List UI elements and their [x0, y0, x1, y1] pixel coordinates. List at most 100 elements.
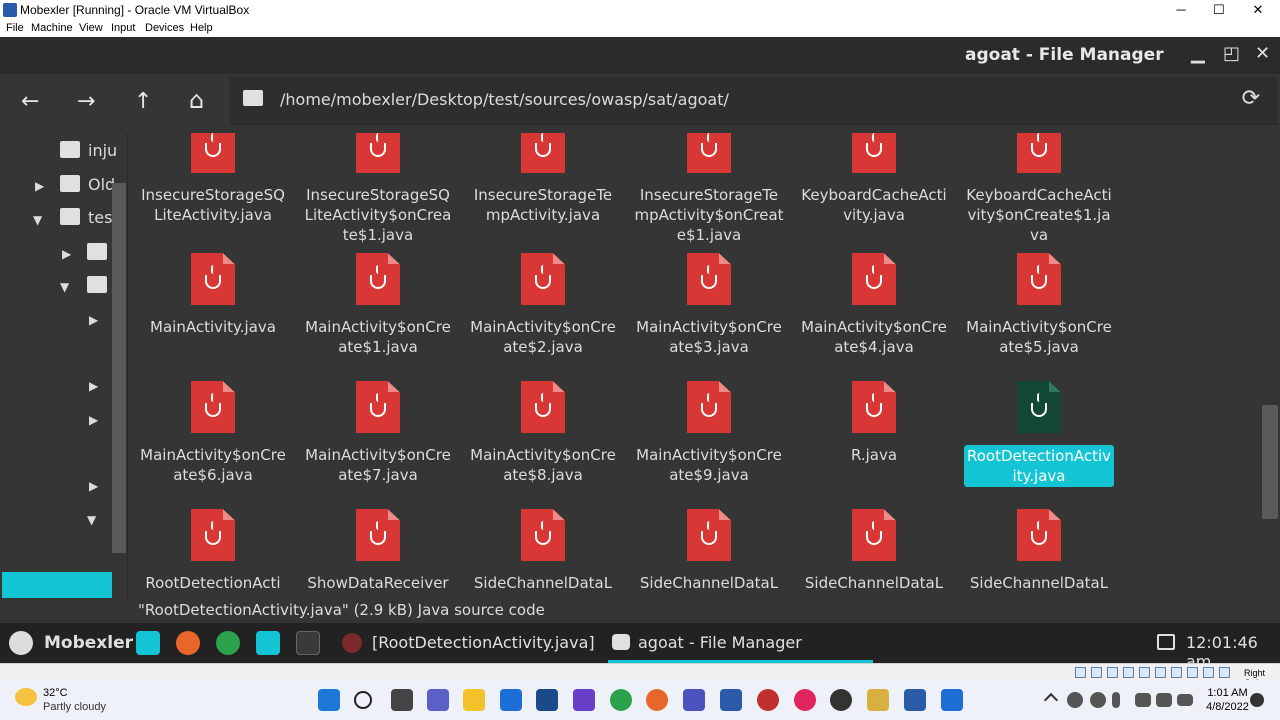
- java-file-icon[interactable]: [521, 509, 565, 561]
- file-item[interactable]: SideChannelDataL: [799, 509, 949, 598]
- java-file-icon[interactable]: [521, 253, 565, 305]
- java-file-icon[interactable]: [191, 509, 235, 561]
- file-item[interactable]: MainActivity$onCreate$6.java: [138, 381, 288, 491]
- java-file-icon[interactable]: [356, 253, 400, 305]
- reload-button[interactable]: ⟳: [1242, 86, 1260, 111]
- terminal-icon[interactable]: [296, 631, 320, 655]
- fm-close-button[interactable]: ✕: [1255, 43, 1270, 64]
- cpu-icon[interactable]: [1203, 667, 1214, 678]
- minimize-button[interactable]: ─: [1161, 1, 1201, 19]
- file-item[interactable]: MainActivity$onCreate$7.java: [303, 381, 453, 491]
- virtualbox-app-icon[interactable]: [536, 689, 558, 711]
- weather-icon[interactable]: [15, 688, 37, 706]
- chat-icon[interactable]: [427, 689, 449, 711]
- menu-view[interactable]: View: [79, 22, 103, 34]
- file-item[interactable]: MainActivity$onCreate$1.java: [303, 253, 453, 363]
- folder-icon[interactable]: [87, 243, 107, 260]
- file-item[interactable]: InsecureStorageSQLiteActivity.java: [138, 133, 288, 231]
- mouse-integration-icon[interactable]: [1219, 667, 1230, 678]
- firefox-icon[interactable]: [646, 689, 668, 711]
- expand-arrow-icon[interactable]: ▶: [89, 413, 98, 427]
- menu-devices[interactable]: Devices: [145, 22, 184, 34]
- menu-help[interactable]: Help: [190, 22, 213, 34]
- chrome-icon[interactable]: [216, 631, 240, 655]
- workspace-label[interactable]: Mobexler: [44, 633, 133, 653]
- java-file-icon[interactable]: [1017, 253, 1061, 305]
- chrome-icon[interactable]: [610, 689, 632, 711]
- app-icon[interactable]: [720, 689, 742, 711]
- system-time[interactable]: 1:01 AM: [1200, 687, 1255, 699]
- tree-item-tes[interactable]: tes: [60, 208, 112, 227]
- usb-icon[interactable]: [1139, 667, 1150, 678]
- sidebar-scrollbar[interactable]: [112, 183, 126, 553]
- fm-minimize-button[interactable]: ▁: [1191, 43, 1205, 64]
- collapse-arrow-icon[interactable]: ▼: [87, 513, 96, 527]
- microphone-icon[interactable]: [1112, 692, 1120, 708]
- audio-icon[interactable]: [1107, 667, 1118, 678]
- close-button[interactable]: ✕: [1238, 1, 1278, 19]
- java-file-icon[interactable]: [191, 253, 235, 305]
- app-icon[interactable]: [941, 689, 963, 711]
- java-file-icon[interactable]: [1017, 133, 1061, 173]
- java-file-icon[interactable]: [687, 509, 731, 561]
- expand-arrow-icon[interactable]: ▶: [89, 313, 98, 327]
- java-file-icon[interactable]: [852, 381, 896, 433]
- optical-icon[interactable]: [1091, 667, 1102, 678]
- java-file-icon[interactable]: [852, 133, 896, 173]
- file-item[interactable]: InsecureStorageSQLiteActivity$onCreate$1…: [303, 133, 453, 244]
- java-file-icon[interactable]: [191, 381, 235, 433]
- display-icon[interactable]: [1157, 634, 1175, 650]
- path-text[interactable]: /home/mobexler/Desktop/test/sources/owas…: [280, 90, 729, 109]
- app-icon[interactable]: [573, 689, 595, 711]
- file-item[interactable]: MainActivity$onCreate$5.java: [964, 253, 1114, 363]
- tree-item-inju[interactable]: inju: [60, 141, 117, 160]
- file-explorer-icon[interactable]: [463, 689, 485, 711]
- app-icon[interactable]: [830, 689, 852, 711]
- file-item[interactable]: ShowDataReceiver: [303, 509, 453, 598]
- expand-arrow-icon[interactable]: ▶: [89, 379, 98, 393]
- file-item[interactable]: InsecureStorageTempActivity$onCreate$1.j…: [634, 133, 784, 244]
- file-item[interactable]: SideChannelDataL: [964, 509, 1114, 598]
- start-icon[interactable]: [318, 689, 340, 711]
- hdd-icon[interactable]: [1075, 667, 1086, 678]
- file-item[interactable]: MainActivity.java: [138, 253, 288, 363]
- system-date[interactable]: 4/8/2022: [1200, 701, 1255, 713]
- grid-scrollbar[interactable]: [1262, 405, 1278, 519]
- task-editor[interactable]: [RootDetectionActivity.java]: [372, 633, 595, 652]
- search-icon[interactable]: [354, 691, 372, 709]
- weather-desc[interactable]: Partly cloudy: [43, 701, 106, 713]
- file-item[interactable]: SideChannelDataL: [634, 509, 784, 598]
- java-file-icon[interactable]: [687, 133, 731, 173]
- volume-icon[interactable]: [1156, 693, 1172, 707]
- tree-item-old[interactable]: Old: [60, 175, 115, 194]
- menu-file[interactable]: File: [6, 22, 24, 34]
- maximize-button[interactable]: ☐: [1199, 1, 1239, 19]
- folder-icon[interactable]: [87, 276, 107, 293]
- file-item[interactable]: MainActivity$onCreate$3.java: [634, 253, 784, 363]
- file-item[interactable]: R.java: [799, 381, 949, 491]
- java-file-icon[interactable]: [687, 253, 731, 305]
- desktop-icon[interactable]: [136, 631, 160, 655]
- file-item[interactable]: MainActivity$onCreate$8.java: [468, 381, 618, 491]
- weather-temp[interactable]: 32°C: [43, 687, 68, 699]
- task-view-icon[interactable]: [391, 689, 413, 711]
- menu-input[interactable]: Input: [111, 22, 135, 34]
- tray-icon[interactable]: [1067, 692, 1083, 708]
- collapse-arrow-icon[interactable]: ▼: [60, 280, 69, 294]
- menu-machine[interactable]: Machine: [31, 22, 73, 34]
- java-file-icon[interactable]: [191, 133, 235, 173]
- file-item[interactable]: InsecureStorageTempActivity.java: [468, 133, 618, 231]
- app-icon[interactable]: [757, 689, 779, 711]
- app-icon[interactable]: [904, 689, 926, 711]
- java-file-icon[interactable]: [356, 509, 400, 561]
- task-file-manager[interactable]: agoat - File Manager: [638, 633, 802, 652]
- collapse-arrow-icon[interactable]: ▼: [33, 213, 42, 227]
- expand-arrow-icon[interactable]: ▶: [89, 479, 98, 493]
- forward-button[interactable]: →: [77, 89, 95, 114]
- java-file-icon[interactable]: [1017, 381, 1061, 433]
- java-file-icon[interactable]: [852, 509, 896, 561]
- location-bar[interactable]: /home/mobexler/Desktop/test/sources/owas…: [230, 77, 1278, 125]
- expand-arrow-icon[interactable]: ▶: [35, 179, 44, 193]
- back-button[interactable]: ←: [21, 89, 39, 114]
- home-button[interactable]: ⌂: [189, 86, 204, 114]
